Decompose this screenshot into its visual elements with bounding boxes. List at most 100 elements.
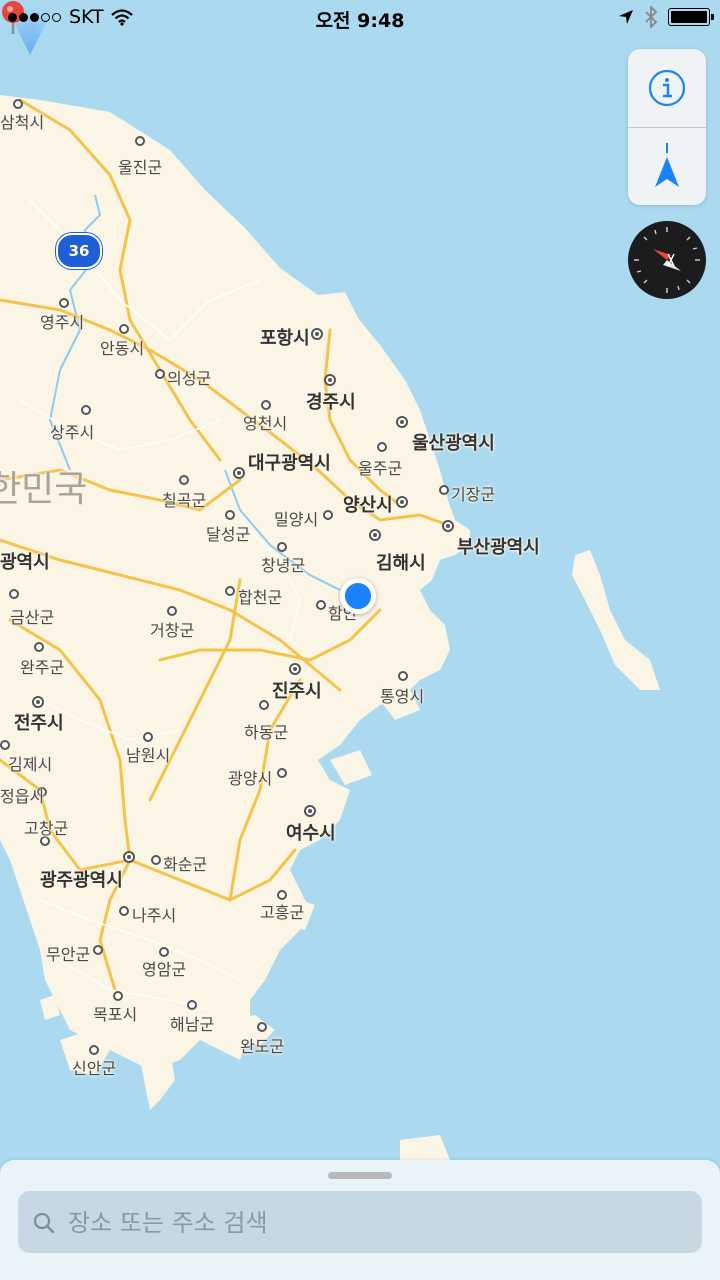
city-dot bbox=[324, 374, 336, 386]
country-label: 한민국 bbox=[0, 469, 88, 510]
city-label: 김해시 bbox=[376, 553, 426, 574]
city-dot bbox=[225, 586, 235, 596]
city-dot bbox=[289, 663, 301, 675]
location-arrow-icon[interactable] bbox=[650, 143, 684, 189]
current-location-dot[interactable] bbox=[340, 578, 376, 614]
city-label: 포항시 bbox=[260, 328, 310, 349]
map-controls bbox=[628, 49, 706, 205]
city-dot bbox=[187, 1000, 197, 1010]
city-dot bbox=[119, 324, 129, 334]
city-label: 무안군 bbox=[46, 945, 91, 964]
city-label: 상주시 bbox=[50, 423, 95, 442]
city-label: 진주시 bbox=[272, 681, 322, 702]
city-dot bbox=[34, 642, 44, 652]
route-36-shield: 36 bbox=[56, 233, 102, 269]
city-label: 창녕군 bbox=[261, 556, 306, 575]
city-label: 나주시 bbox=[132, 906, 177, 925]
compass-icon[interactable] bbox=[628, 221, 706, 299]
city-dot bbox=[369, 529, 381, 541]
city-dot bbox=[119, 906, 129, 916]
sheet-grabber[interactable] bbox=[328, 1172, 392, 1179]
city-dot bbox=[9, 589, 19, 599]
city-label: 울진군 bbox=[118, 158, 163, 177]
city-label: 전주시 bbox=[14, 713, 64, 734]
compass-dial bbox=[634, 227, 700, 293]
city-dot bbox=[304, 805, 316, 817]
city-dot bbox=[439, 485, 449, 495]
city-label: 고흥군 bbox=[260, 903, 305, 922]
city-label: 영암군 bbox=[142, 960, 187, 979]
city-label: 영주시 bbox=[40, 313, 85, 332]
status-time: 오전 9:48 bbox=[315, 10, 405, 32]
city-dot bbox=[396, 496, 408, 508]
city-dot bbox=[259, 700, 269, 710]
city-label: 삼척시 bbox=[0, 113, 45, 132]
city-dot bbox=[261, 400, 271, 410]
city-dot bbox=[81, 405, 91, 415]
city-dot bbox=[123, 851, 135, 863]
city-label: 고창군 bbox=[24, 819, 69, 838]
city-dot bbox=[398, 671, 408, 681]
search-bar[interactable] bbox=[18, 1191, 702, 1255]
city-dot bbox=[143, 732, 153, 742]
city-label: 완도군 bbox=[240, 1037, 285, 1056]
city-dot bbox=[13, 99, 23, 109]
city-dot bbox=[277, 542, 287, 552]
city-dot bbox=[151, 855, 161, 865]
city-dot bbox=[135, 136, 145, 146]
city-label: 정읍시 bbox=[0, 787, 45, 806]
city-label: 광역시 bbox=[0, 552, 50, 573]
city-dot bbox=[167, 606, 177, 616]
city-label: 안동시 bbox=[100, 339, 145, 358]
city-dot bbox=[225, 510, 235, 520]
city-label: 울산광역시 bbox=[412, 433, 495, 454]
city-dot bbox=[377, 442, 387, 452]
city-label: 합천군 bbox=[238, 588, 283, 607]
city-label: 양산시 bbox=[343, 495, 393, 516]
city-label: 광주광역시 bbox=[40, 870, 123, 891]
search-sheet[interactable] bbox=[0, 1160, 720, 1280]
city-label: 여수시 bbox=[286, 823, 336, 844]
city-dot bbox=[59, 298, 69, 308]
search-input[interactable] bbox=[66, 1191, 690, 1255]
city-dot bbox=[257, 1022, 267, 1032]
city-label: 신안군 bbox=[72, 1059, 117, 1078]
status-bar: SKT 오전 9:48 bbox=[0, 0, 720, 36]
city-dot bbox=[113, 991, 123, 1001]
battery-icon bbox=[668, 8, 714, 26]
info-icon[interactable] bbox=[648, 69, 686, 107]
city-label: 경주시 bbox=[306, 392, 356, 413]
city-label: 금산군 bbox=[10, 608, 55, 627]
city-label: 김제시 bbox=[8, 755, 53, 774]
city-label: 의성군 bbox=[167, 369, 212, 388]
city-dot bbox=[93, 945, 103, 955]
city-label: 목포시 bbox=[93, 1005, 138, 1024]
city-dot bbox=[277, 768, 287, 778]
city-dot bbox=[0, 740, 10, 750]
city-dot bbox=[323, 510, 333, 520]
city-label: 해남군 bbox=[170, 1015, 215, 1034]
city-label: 달성군 bbox=[206, 525, 251, 544]
controls-divider bbox=[628, 127, 706, 128]
map-view[interactable]: 36 한민국 삼척시 울진군 영주시 안동시 의성군 포항시 경주시 영천시 상… bbox=[0, 0, 720, 1280]
search-icon bbox=[33, 1212, 55, 1234]
map-land bbox=[0, 95, 660, 1160]
city-label: 영천시 bbox=[243, 414, 288, 433]
city-label: 대구광역시 bbox=[248, 453, 331, 474]
city-dot bbox=[179, 475, 189, 485]
city-dot bbox=[32, 696, 44, 708]
city-label: 울주군 bbox=[358, 459, 403, 478]
city-label: 광양시 bbox=[228, 769, 273, 788]
city-label: 남원시 bbox=[126, 746, 171, 765]
city-label: 거창군 bbox=[150, 621, 195, 640]
city-dot bbox=[316, 600, 326, 610]
city-label: 통영시 bbox=[380, 687, 425, 706]
city-dot bbox=[89, 1045, 99, 1055]
city-label: 기장군 bbox=[451, 485, 496, 504]
city-label: 완주군 bbox=[20, 658, 65, 677]
city-label: 밀양시 bbox=[274, 510, 319, 529]
bluetooth-icon bbox=[645, 6, 658, 28]
city-dot bbox=[311, 328, 323, 340]
city-label: 칠곡군 bbox=[162, 491, 207, 510]
city-dot bbox=[442, 520, 454, 532]
